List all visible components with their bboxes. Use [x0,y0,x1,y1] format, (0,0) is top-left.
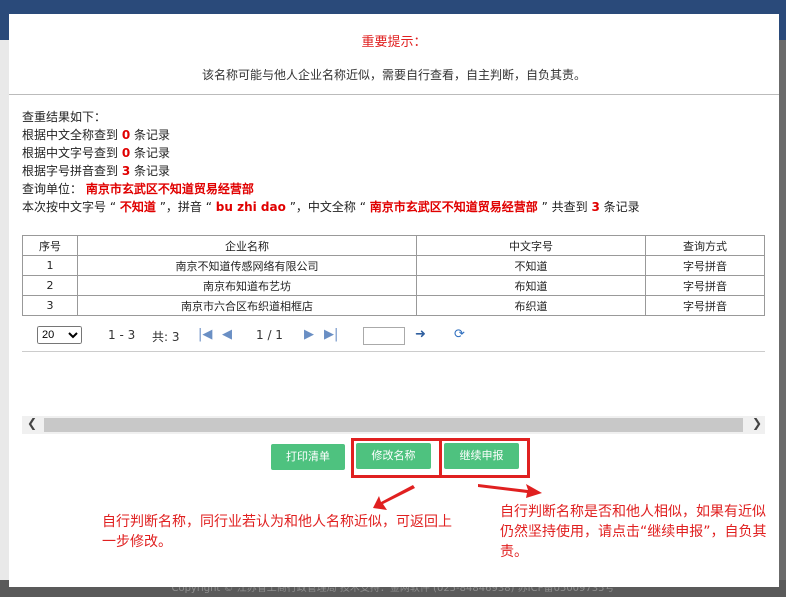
scrollbar-thumb[interactable] [44,418,743,432]
record-total: 共: 3 [152,330,180,344]
divider [9,94,779,95]
arrow-to-modify-icon [373,485,415,510]
result-line-pinyin: 根据字号拼音查到 3 条记录 [22,164,171,178]
warning-dialog: 重要提示： 该名称可能与他人企业名称近似，需要自行查看，自主判断，自负其责。 查… [9,14,779,587]
cell-zihao: 布织道 [416,295,646,316]
page-indicator: 1 / 1 [256,328,283,342]
table-row[interactable]: 3 南京市六合区布织道相框店 布织道 字号拼音 [22,295,765,316]
cell-zihao: 布知道 [416,275,646,296]
column-header-company: 企业名称 [77,235,417,256]
column-header-method: 查询方式 [645,235,765,256]
result-summary: 查重结果如下： 根据中文全称查到 0 条记录 根据中文字号查到 0 条记录 根据… [22,108,640,216]
cell-method: 字号拼音 [645,295,765,316]
last-page-icon[interactable]: ▶| [324,327,338,342]
column-header-index: 序号 [22,235,78,256]
cell-index: 1 [22,255,78,276]
refresh-icon[interactable]: ⟳ [454,327,465,342]
query-summary: 本次按中文字号 “ 不知道 ”，拼音 “ bu zhi dao ”，中文全称 “… [22,200,640,214]
arrow-to-continue-icon [478,484,542,498]
results-table: 序号 企业名称 中文字号 查询方式 1 南京不知道传感网络有限公司 不知道 字号… [22,235,765,316]
cell-method: 字号拼音 [645,255,765,276]
horizontal-scrollbar[interactable]: ❮ ❯ [22,416,765,434]
background-sidebar [0,40,9,580]
cell-index: 2 [22,275,78,296]
cell-index: 3 [22,295,78,316]
query-unit: 查询单位： 南京市玄武区不知道贸易经营部 [22,182,254,196]
modify-hint-note: 自行判断名称，同行业若认为和他人名称近似，可返回上一步修改。 [102,514,452,550]
cell-method: 字号拼音 [645,275,765,296]
cell-company: 南京布知道布艺坊 [77,275,417,296]
result-line-fullname: 根据中文全称查到 0 条记录 [22,128,171,142]
record-range: 1 - 3 [108,328,136,342]
page-jump-input[interactable] [363,327,405,345]
result-line-zihao: 根据中文字号查到 0 条记录 [22,146,171,160]
cell-company: 南京不知道传感网络有限公司 [77,255,417,276]
print-list-button[interactable]: 打印清单 [271,444,345,470]
modify-name-button[interactable]: 修改名称 [356,443,431,469]
next-page-icon[interactable]: ▶ [304,327,314,342]
prev-page-icon[interactable]: ◀ [222,327,232,342]
scroll-right-icon[interactable]: ❯ [752,416,762,430]
cell-company: 南京市六合区布织道相框店 [77,295,417,316]
dialog-subtitle: 该名称可能与他人企业名称近似，需要自行查看，自主判断，自负其责。 [201,68,586,82]
column-header-zihao: 中文字号 [416,235,646,256]
first-page-icon[interactable]: |◀ [198,327,212,342]
continue-apply-button[interactable]: 继续申报 [444,443,519,469]
cell-zihao: 不知道 [416,255,646,276]
scroll-left-icon[interactable]: ❮ [27,416,37,430]
page-size-select[interactable]: 20 [37,326,82,344]
dialog-title: 重要提示： [361,35,427,50]
table-row[interactable]: 1 南京不知道传感网络有限公司 不知道 字号拼音 [22,255,765,276]
table-row[interactable]: 2 南京布知道布艺坊 布知道 字号拼音 [22,275,765,296]
result-heading: 查重结果如下： [22,110,107,124]
pagination-bar: 20 1 - 3 共: 3 |◀ ◀ 1 / 1 ▶ ▶| ➜ ⟳ [22,321,765,352]
go-page-icon[interactable]: ➜ [415,327,426,342]
continue-hint-note: 自行判断名称是否和他人相似，如果有近似仍然坚持使用，请点击“继续申报”，自负其责… [500,504,767,560]
table-header-row: 序号 企业名称 中文字号 查询方式 [22,235,765,256]
